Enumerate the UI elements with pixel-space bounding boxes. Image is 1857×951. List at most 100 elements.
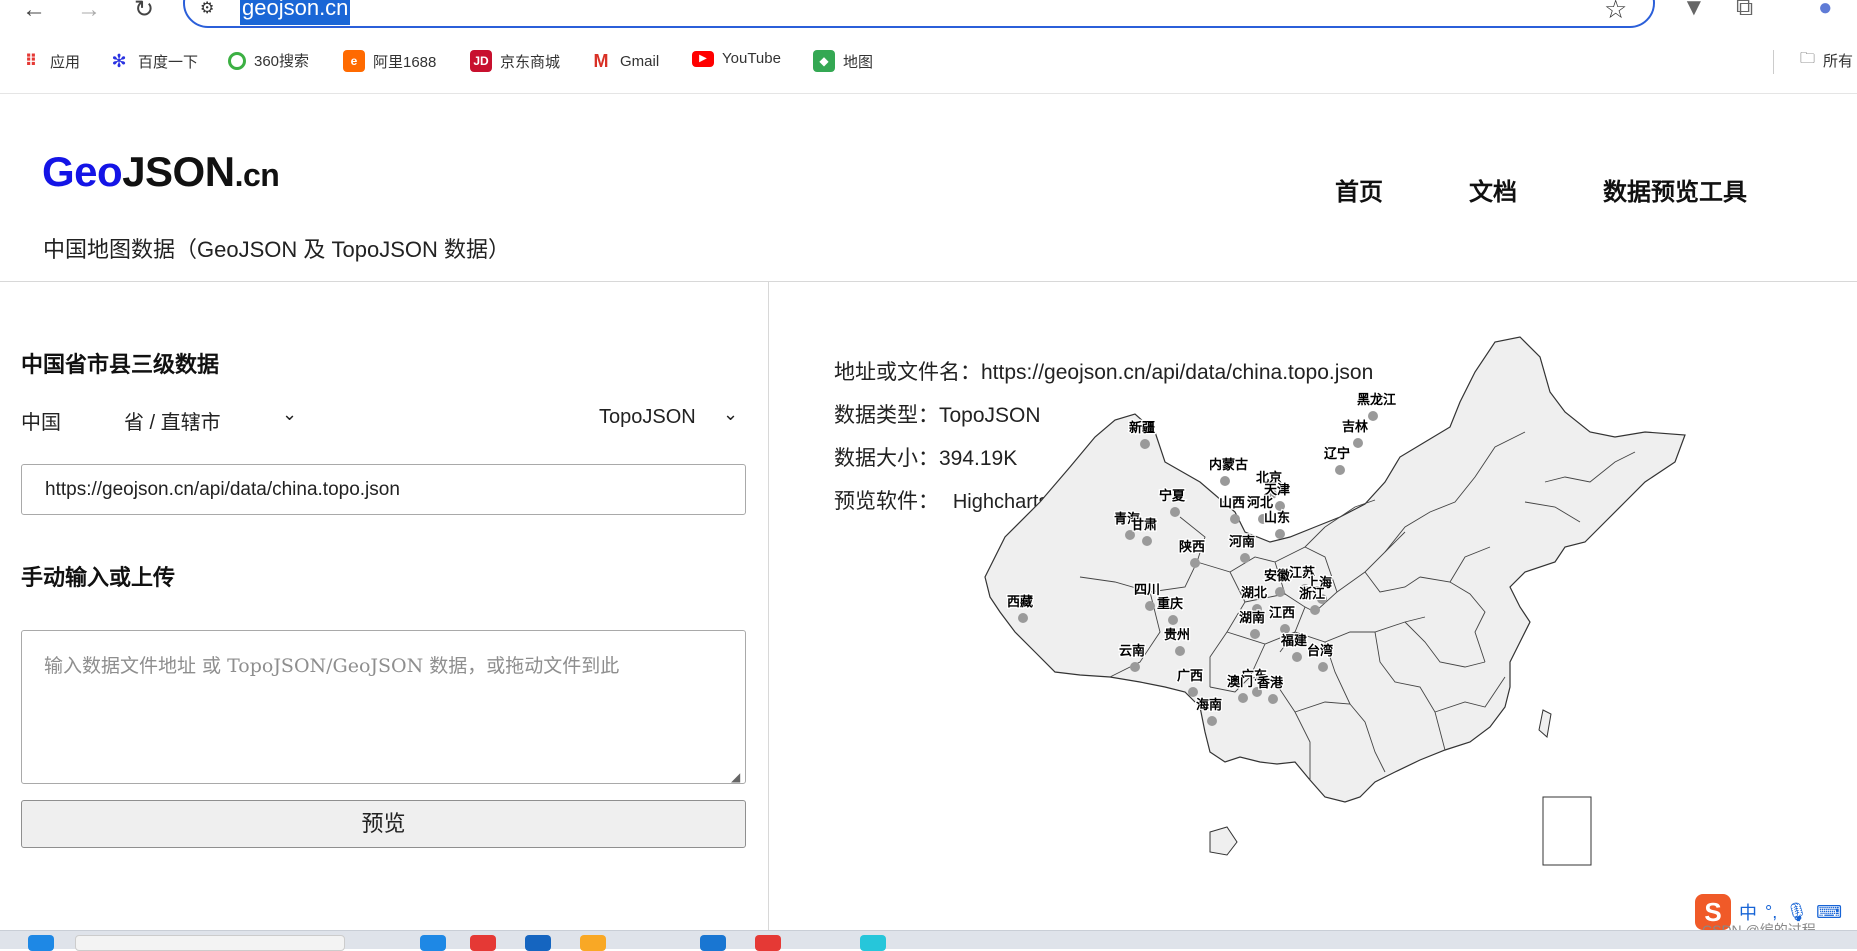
- province-label: 广西: [1177, 668, 1203, 684]
- province-point[interactable]: [1230, 514, 1240, 524]
- province-label: 新疆: [1129, 420, 1155, 436]
- puzzle-icon[interactable]: ⧉: [1736, 0, 1753, 22]
- province-label: 台湾: [1307, 643, 1333, 659]
- bookmark-gmail[interactable]: M Gmail: [590, 50, 660, 72]
- logo-geo: Geo: [42, 148, 123, 195]
- back-icon[interactable]: ←: [20, 0, 48, 24]
- data-textarea[interactable]: [21, 630, 746, 784]
- province-point[interactable]: [1175, 646, 1185, 656]
- province-label: 陕西: [1179, 539, 1205, 555]
- bookmark-360[interactable]: 360搜索: [228, 50, 309, 71]
- province-point[interactable]: [1238, 693, 1248, 703]
- province-label: 山西: [1219, 495, 1245, 511]
- province-point[interactable]: [1190, 558, 1200, 568]
- province-point[interactable]: [1318, 662, 1328, 672]
- data-url-input[interactable]: [21, 464, 746, 515]
- province-point[interactable]: [1268, 694, 1278, 704]
- address-bar[interactable]: [183, 0, 1655, 28]
- windows-taskbar: [0, 930, 1857, 951]
- bookmark-1688[interactable]: e 阿里1688: [343, 50, 436, 72]
- section-title-admin-data: 中国省市县三级数据: [21, 352, 220, 377]
- bookmark-star-icon[interactable]: ☆: [1604, 0, 1627, 25]
- province-point[interactable]: [1142, 536, 1152, 546]
- folder-label: 所有: [1823, 53, 1854, 70]
- bookmark-apps[interactable]: ⠿ 应用: [20, 50, 80, 72]
- province-point[interactable]: [1280, 624, 1290, 634]
- address-bar-url[interactable]: geojson.cn: [240, 0, 351, 25]
- bookmark-jd[interactable]: JD 京东商城: [470, 50, 560, 72]
- panel-divider: [768, 282, 769, 930]
- bookmarks-bar: ⠿ 应用 ✻ 百度一下 360搜索 e 阿里1688 JD 京东商城 M Gma…: [0, 44, 1857, 80]
- 360-search-icon: [228, 51, 246, 70]
- province-label: 山东: [1264, 510, 1290, 526]
- province-point[interactable]: [1145, 601, 1155, 611]
- province-point[interactable]: [1130, 662, 1140, 672]
- province-point[interactable]: [1275, 529, 1285, 539]
- province-label: 四川: [1134, 583, 1160, 598]
- south-sea-inset: [1542, 796, 1592, 866]
- bookmark-label: 地图: [843, 53, 874, 71]
- extension-icon[interactable]: ▼: [1682, 0, 1706, 22]
- chevron-down-icon[interactable]: ⌄: [282, 404, 297, 425]
- province-label: 云南: [1119, 643, 1145, 659]
- nav-home[interactable]: 首页: [1335, 172, 1383, 207]
- profile-icon[interactable]: ●: [1818, 0, 1833, 22]
- province-point[interactable]: [1275, 501, 1285, 511]
- bookmarks-divider: [1773, 50, 1774, 74]
- province-point[interactable]: [1275, 587, 1285, 597]
- province-select-value[interactable]: 省 / 直辖市: [124, 406, 221, 435]
- province-point[interactable]: [1335, 465, 1345, 475]
- province-label: 黑龙江: [1357, 392, 1396, 408]
- site-logo[interactable]: GeoJSON.cn: [42, 148, 280, 196]
- province-point[interactable]: [1220, 476, 1230, 486]
- software-label: 预览软件：: [834, 490, 939, 513]
- bookmark-baidu[interactable]: ✻ 百度一下: [108, 50, 198, 72]
- all-bookmarks-folder[interactable]: 🗀 所有: [1800, 48, 1853, 73]
- province-point[interactable]: [1018, 613, 1028, 623]
- youtube-icon: ▶: [692, 50, 714, 67]
- nav-preview-tool[interactable]: 数据预览工具: [1603, 172, 1747, 207]
- province-point[interactable]: [1240, 553, 1250, 563]
- province-label: 宁夏: [1159, 488, 1186, 504]
- bookmark-label: 360搜索: [254, 53, 310, 70]
- province-label: 湖南: [1239, 610, 1265, 626]
- province-point[interactable]: [1250, 629, 1260, 639]
- province-label: 河北: [1247, 495, 1273, 511]
- keyboard-icon[interactable]: ⌨: [1816, 902, 1842, 923]
- nav-docs[interactable]: 文档: [1469, 172, 1517, 207]
- hainan-island: [1209, 826, 1238, 856]
- resize-grip-icon[interactable]: ◢: [731, 770, 740, 784]
- country-label: 中国: [21, 412, 61, 434]
- province-label: 辽宁: [1324, 446, 1350, 462]
- chrome-divider: [0, 93, 1857, 94]
- province-point[interactable]: [1368, 411, 1378, 421]
- jd-icon: JD: [470, 50, 492, 72]
- forward-icon[interactable]: →: [75, 0, 103, 24]
- province-label: 内蒙古: [1209, 457, 1248, 473]
- china-map[interactable]: 新疆 黑龙江 吉林 辽宁 内蒙古 北京 天津 宁夏 山西 河北 青海 甘肃 山东 陕西 河南 安徽 江苏 上海 四川…: [965, 332, 1705, 872]
- china-outline: [984, 336, 1686, 803]
- province-point[interactable]: [1188, 687, 1198, 697]
- province-label: 贵州: [1164, 627, 1190, 643]
- bookmark-youtube[interactable]: ▶ YouTube: [692, 50, 781, 67]
- china-map-svg: 新疆黑龙江吉林辽宁内蒙古北京天津宁夏 山西 河北青海甘肃 山东陕西 河南安徽江苏上海四川…: [984, 336, 1686, 866]
- format-select-value[interactable]: TopoJSON: [599, 406, 696, 429]
- province-label: 安徽: [1264, 568, 1291, 584]
- province-point[interactable]: [1170, 507, 1180, 517]
- province-point[interactable]: [1140, 439, 1150, 449]
- chevron-down-icon[interactable]: ⌄: [723, 404, 738, 425]
- province-point[interactable]: [1168, 615, 1178, 625]
- bookmark-maps[interactable]: ◆ 地图: [813, 50, 873, 72]
- province-point[interactable]: [1292, 652, 1302, 662]
- province-point[interactable]: [1207, 716, 1217, 726]
- province-label: 浙江: [1299, 586, 1325, 602]
- baidu-icon: ✻: [111, 50, 127, 71]
- preview-button[interactable]: 预览: [21, 800, 746, 848]
- reload-icon[interactable]: ↻: [130, 0, 158, 24]
- site-info-icon[interactable]: ⚙: [200, 0, 214, 18]
- section-title-manual-input: 手动输入或上传: [21, 565, 176, 590]
- province-point[interactable]: [1353, 438, 1363, 448]
- province-point[interactable]: [1310, 605, 1320, 615]
- province-label: 澳门: [1227, 674, 1253, 690]
- gmail-icon: M: [593, 50, 609, 71]
